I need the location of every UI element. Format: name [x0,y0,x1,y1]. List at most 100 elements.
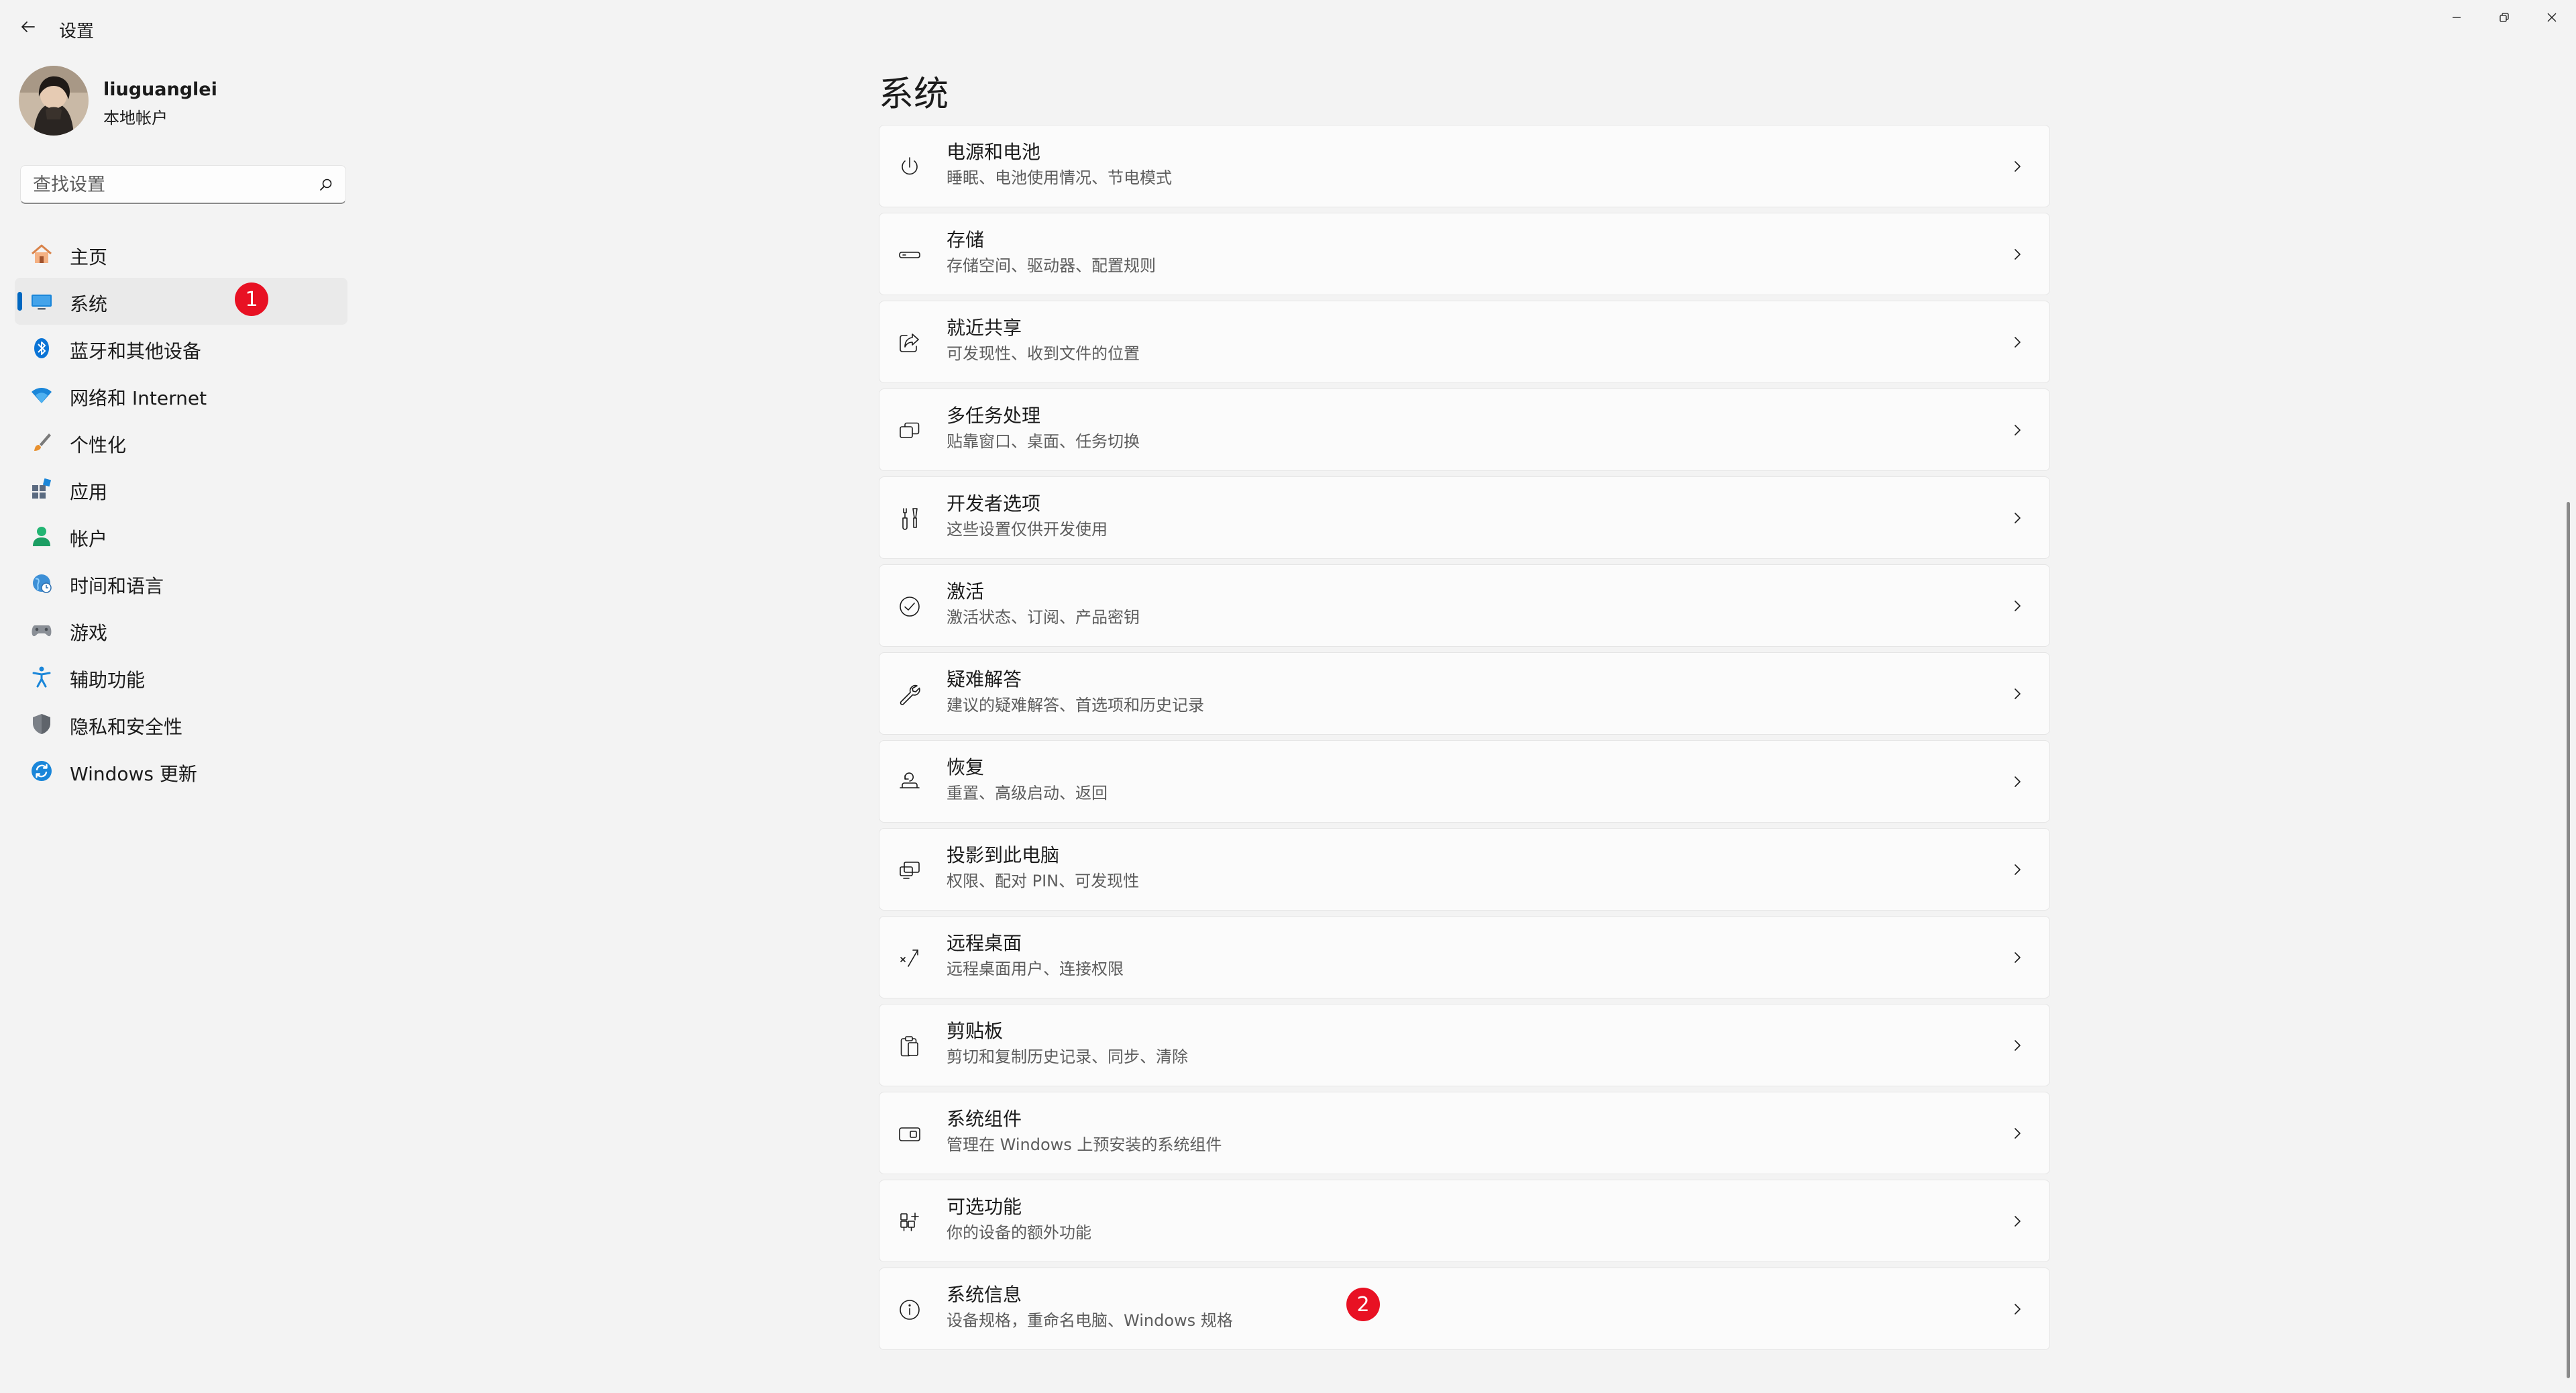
account-type: 本地帐户 [103,109,168,127]
sidebar-item-accessibility[interactable]: 辅助功能 [15,654,347,701]
card-title: 多任务处理 [947,405,1041,427]
clipboard-icon [900,1036,918,1057]
card-power-battery[interactable]: 电源和电池 睡眠、电池使用情况、节电模式 [879,125,2050,207]
card-recovery[interactable]: 恢复 重置、高级启动、返回 [879,740,2050,823]
back-button[interactable] [16,15,40,39]
chevron-right-icon [2015,337,2021,348]
card-title: 开发者选项 [947,493,1041,515]
sidebar-item-bluetooth[interactable]: 蓝牙和其他设备 [15,325,347,372]
sidebar-item-apps[interactable]: 应用 [15,466,347,513]
search-input[interactable] [32,166,316,203]
developer-tools-icon [902,508,918,530]
card-storage[interactable]: 存储 存储空间、驱动器、配置规则 [879,213,2050,295]
chevron-right-icon [2015,425,2021,435]
card-about[interactable]: 系统信息 设备规格，重命名电脑、Windows 规格 [879,1268,2050,1350]
project-icon [900,862,920,879]
card-developer-options[interactable]: 开发者选项 这些设置仅供开发使用 [879,476,2050,559]
chevron-right-icon [2015,864,2021,875]
card-multitasking[interactable]: 多任务处理 贴靠窗口、桌面、任务切换 [879,389,2050,471]
sidebar-item-time-language[interactable]: 时间和语言 [15,560,347,607]
title-bar: 设置 [0,0,2576,56]
card-description: 权限、配对 PIN、可发现性 [947,872,1140,890]
check-circle-icon [900,597,920,617]
selection-indicator [17,292,22,311]
shield-icon [33,714,50,734]
app-title: 设置 [59,21,95,42]
close-button[interactable] [2532,4,2571,31]
apps-icon [32,478,52,499]
home-icon [32,244,52,263]
chevron-right-icon [2015,601,2021,611]
sidebar-item-system[interactable]: 系统 [15,278,347,325]
sidebar-item-home[interactable]: 主页 [15,231,347,278]
card-description: 建议的疑难解答、首选项和历史记录 [947,696,1204,715]
card-project-to-pc[interactable]: 投影到此电脑 权限、配对 PIN、可发现性 [879,828,2050,911]
minimize-button[interactable] [2437,4,2476,31]
card-title: 剪贴板 [947,1020,1004,1042]
minimize-icon [2453,17,2461,18]
card-troubleshoot[interactable]: 疑难解答 建议的疑难解答、首选项和历史记录 [879,652,2050,735]
recovery-icon [900,772,920,788]
person-icon [33,527,50,546]
sidebar-item-label: 蓝牙和其他设备 [70,340,202,362]
sidebar-item-windows-update[interactable]: Windows 更新 [15,747,347,794]
card-description: 可发现性、收到文件的位置 [947,344,1140,363]
sidebar-item-accounts[interactable]: 帐户 [15,513,347,560]
chevron-right-icon [2015,1216,2021,1227]
settings-list: 电源和电池 睡眠、电池使用情况、节电模式 存储 存储空间、驱动器、配置规则 就近… [879,125,2050,1393]
wifi-icon [32,388,52,403]
card-system-components[interactable]: 系统组件 管理在 Windows 上预安装的系统组件 [879,1092,2050,1174]
monitor-icon [32,295,52,310]
card-description: 远程桌面用户、连接权限 [947,960,1124,978]
sidebar-item-network[interactable]: 网络和 Internet [15,372,347,419]
sidebar-item-label: Windows 更新 [70,763,197,785]
sidebar-item-label: 应用 [70,481,108,503]
sidebar-item-personalization[interactable]: 个性化 [15,419,347,466]
search-icon[interactable] [319,177,333,192]
power-icon [902,157,918,175]
card-description: 剪切和复制历史记录、同步、清除 [947,1047,1188,1066]
sidebar-item-label: 主页 [70,246,108,268]
card-description: 贴靠窗口、桌面、任务切换 [947,432,1140,451]
card-optional-features[interactable]: 可选功能 你的设备的额外功能 [879,1180,2050,1262]
storage-icon [899,252,920,258]
card-description: 管理在 Windows 上预安装的系统组件 [947,1135,1222,1154]
sidebar-item-gaming[interactable]: 游戏 [15,607,347,654]
card-description: 重置、高级启动、返回 [947,784,1108,803]
close-icon [2547,13,2557,22]
chevron-right-icon [2015,513,2021,523]
card-title: 激活 [947,580,985,603]
avatar[interactable] [19,66,89,136]
sidebar-item-label: 网络和 Internet [70,387,207,409]
card-title: 系统信息 [947,1284,1022,1306]
card-remote-desktop[interactable]: 远程桌面 远程桌面用户、连接权限 [879,916,2050,998]
sidebar-item-label: 系统 [70,293,108,315]
sidebar-item-label: 隐私和安全性 [70,716,183,738]
vertical-scrollbar[interactable] [2567,502,2570,1378]
card-title: 系统组件 [947,1108,1022,1130]
sidebar-item-privacy[interactable]: 隐私和安全性 [15,701,347,747]
card-title: 恢复 [947,756,985,778]
card-activation[interactable]: 激活 激活状态、订阅、产品密钥 [879,564,2050,647]
card-nearby-sharing[interactable]: 就近共享 可发现性、收到文件的位置 [879,301,2050,383]
accessibility-icon [32,666,51,688]
user-photo-icon [19,66,89,136]
restore-icon [2500,13,2509,22]
chevron-right-icon [2015,1040,2021,1051]
card-clipboard[interactable]: 剪贴板 剪切和复制历史记录、同步、清除 [879,1004,2050,1086]
chevron-right-icon [2015,161,2021,172]
card-description: 你的设备的额外功能 [947,1223,1091,1242]
globe-clock-icon [33,574,52,593]
restore-button[interactable] [2485,4,2524,31]
sidebar-nav: 主页 系统 蓝牙和其他设备 网络和 Internet 个性化 应用 帐户 时间和… [15,231,347,794]
card-description: 存储空间、驱动器、配置规则 [947,256,1156,275]
share-icon [900,333,919,352]
card-description: 设备规格，重命名电脑、Windows 规格 [947,1311,1233,1330]
card-description: 这些设置仅供开发使用 [947,520,1108,539]
card-title: 电源和电池 [947,141,1041,163]
gamepad-icon [32,625,52,637]
sidebar-item-label: 帐户 [70,528,108,550]
chevron-right-icon [2015,688,2021,699]
search-box[interactable] [20,165,346,204]
page-title: 系统 [879,74,949,115]
